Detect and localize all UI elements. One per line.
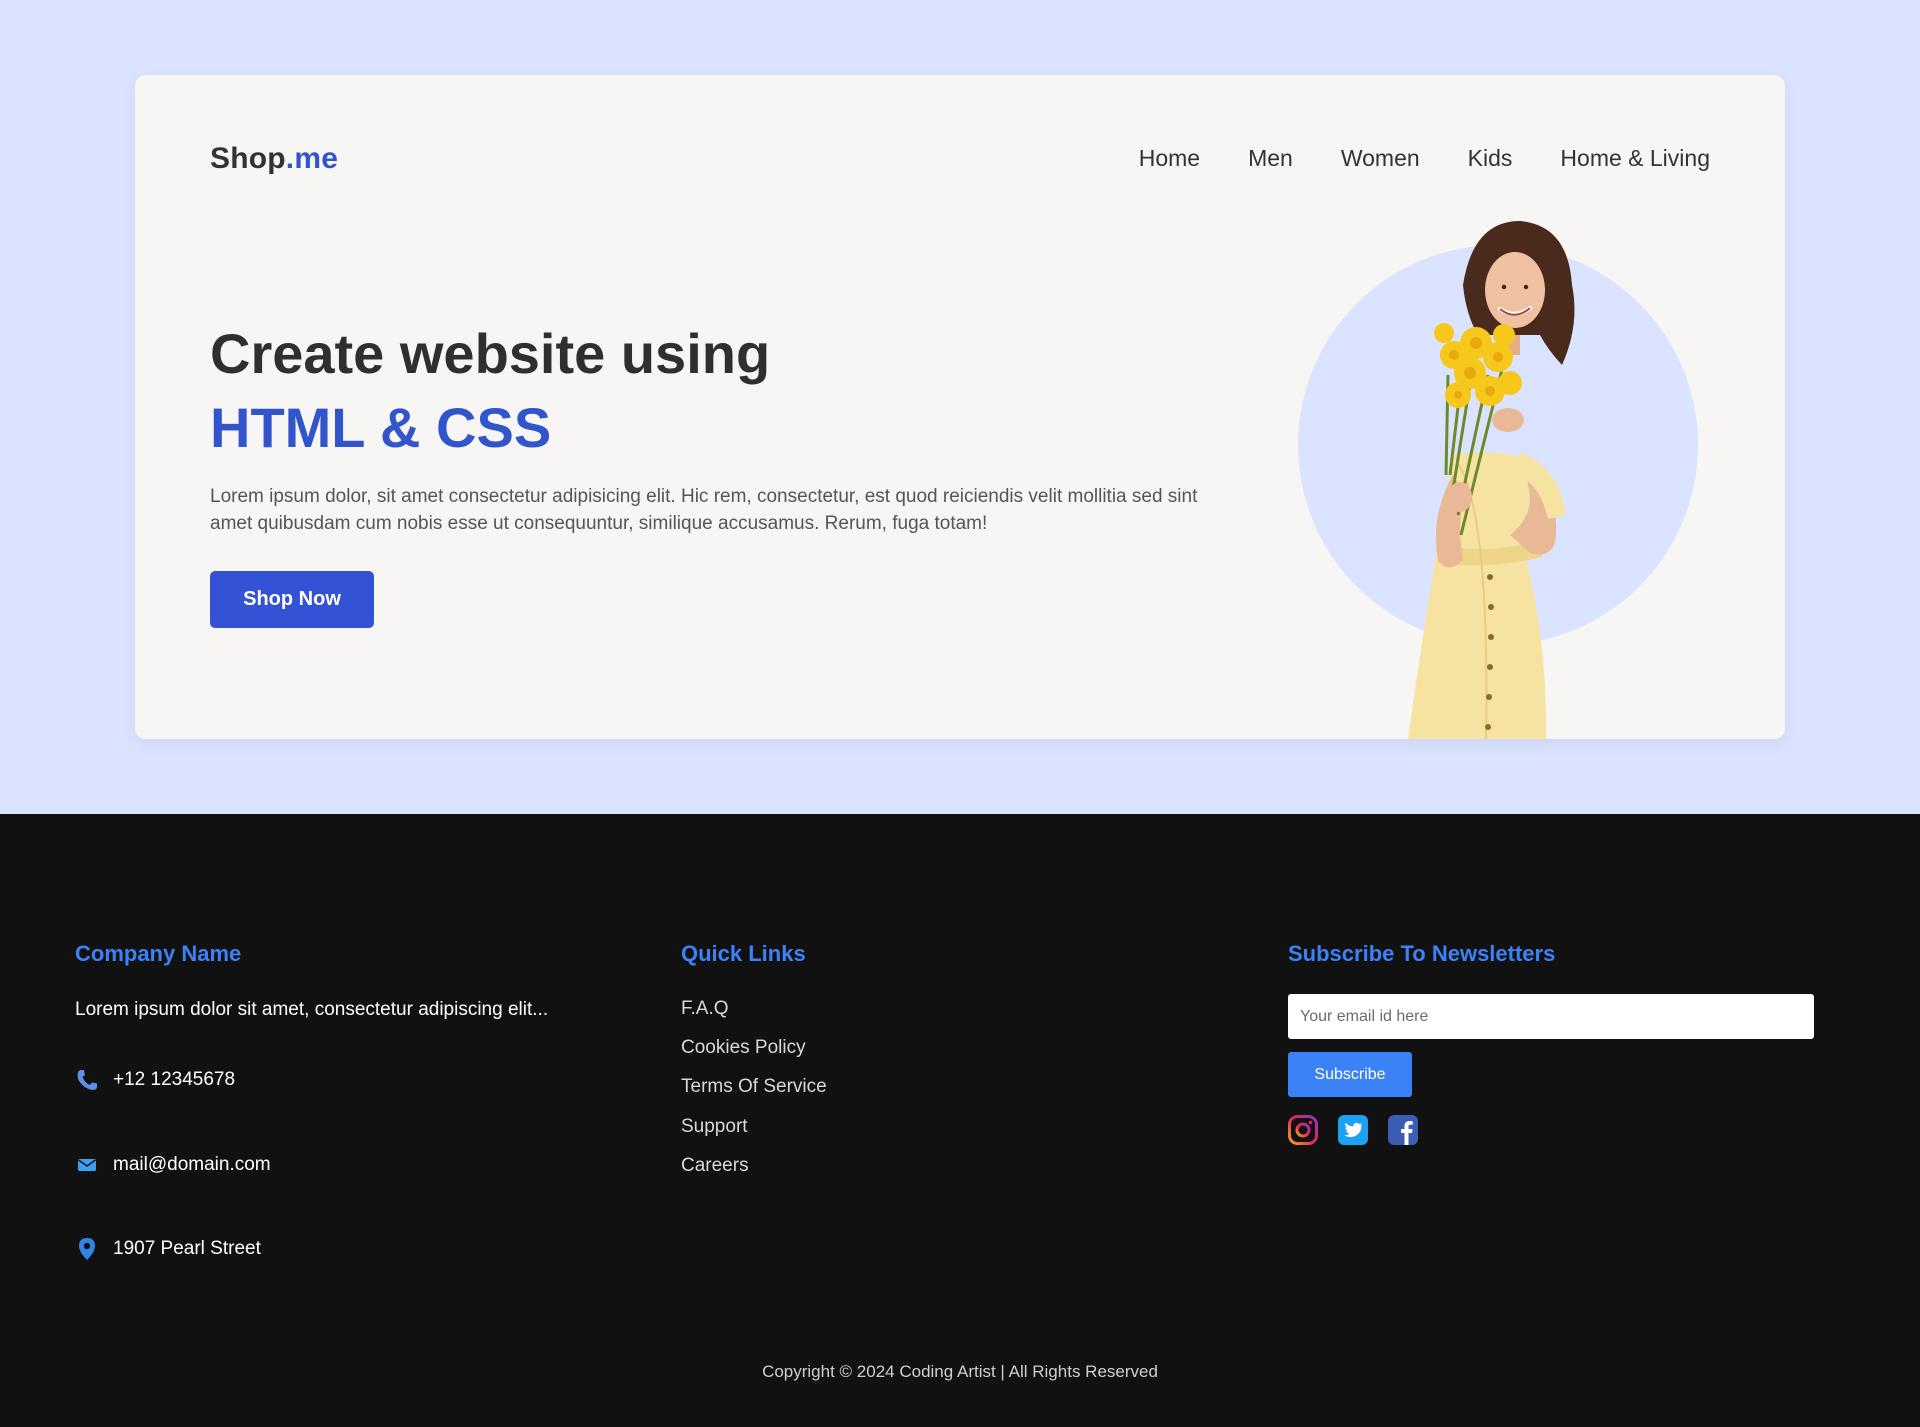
logo-text: Shop xyxy=(210,142,286,175)
hero-headline-accent: HTML & CSS xyxy=(210,396,552,459)
instagram-icon[interactable] xyxy=(1288,1115,1318,1145)
facebook-icon[interactable] xyxy=(1388,1115,1418,1145)
contact-phone: +12 12345678 xyxy=(75,1068,235,1092)
phone-icon xyxy=(75,1068,99,1092)
hero-headline: Create website using xyxy=(210,322,771,385)
nav-women[interactable]: Women xyxy=(1341,145,1420,172)
logo-accent: .me xyxy=(285,142,339,175)
copyright: Copyright © 2024 Coding Artist | All Rig… xyxy=(762,1362,1158,1381)
contact-email: mail@domain.com xyxy=(75,1153,271,1177)
link-cookies-policy[interactable]: Cookies Policy xyxy=(681,1037,806,1059)
nav-home[interactable]: Home xyxy=(1139,145,1200,172)
footer: Company Name Lorem ipsum dolor sit amet,… xyxy=(0,814,1920,1427)
phone-number: +12 12345678 xyxy=(113,1069,236,1090)
email-address: mail@domain.com xyxy=(113,1154,271,1175)
company-description: Lorem ipsum dolor sit amet, consectetur … xyxy=(75,999,549,1020)
shop-now-button[interactable]: Shop Now xyxy=(210,571,374,628)
street-address: 1907 Pearl Street xyxy=(113,1238,261,1259)
twitter-icon[interactable] xyxy=(1338,1115,1368,1145)
link-support[interactable]: Support xyxy=(681,1116,748,1138)
nav-home-living[interactable]: Home & Living xyxy=(1560,145,1710,172)
hero-card: Shop.me Home Men Women Kids Home & Livin… xyxy=(135,75,1785,739)
main-nav: Home Men Women Kids Home & Living xyxy=(1139,145,1710,172)
link-terms-of-service[interactable]: Terms Of Service xyxy=(681,1076,827,1098)
newsletter-email-input[interactable] xyxy=(1288,994,1814,1039)
hero-description: Lorem ipsum dolor, sit amet consectetur … xyxy=(210,486,1198,534)
contact-address: 1907 Pearl Street xyxy=(75,1237,261,1261)
mail-icon xyxy=(75,1153,99,1177)
company-name-heading: Company Name xyxy=(75,941,242,966)
hero-image xyxy=(1258,215,1738,739)
quick-links-heading: Quick Links xyxy=(681,941,806,966)
hero-section: Shop.me Home Men Women Kids Home & Livin… xyxy=(0,0,1920,814)
nav-kids[interactable]: Kids xyxy=(1468,145,1513,172)
link-faq[interactable]: F.A.Q xyxy=(681,998,729,1020)
woman-with-flowers-illustration xyxy=(1298,221,1698,739)
location-pin-icon xyxy=(75,1237,99,1261)
logo[interactable]: Shop.me xyxy=(210,142,338,176)
subscribe-button[interactable]: Subscribe xyxy=(1288,1052,1412,1097)
nav-men[interactable]: Men xyxy=(1248,145,1293,172)
newsletter-heading: Subscribe To Newsletters xyxy=(1288,941,1556,966)
link-careers[interactable]: Careers xyxy=(681,1155,749,1177)
